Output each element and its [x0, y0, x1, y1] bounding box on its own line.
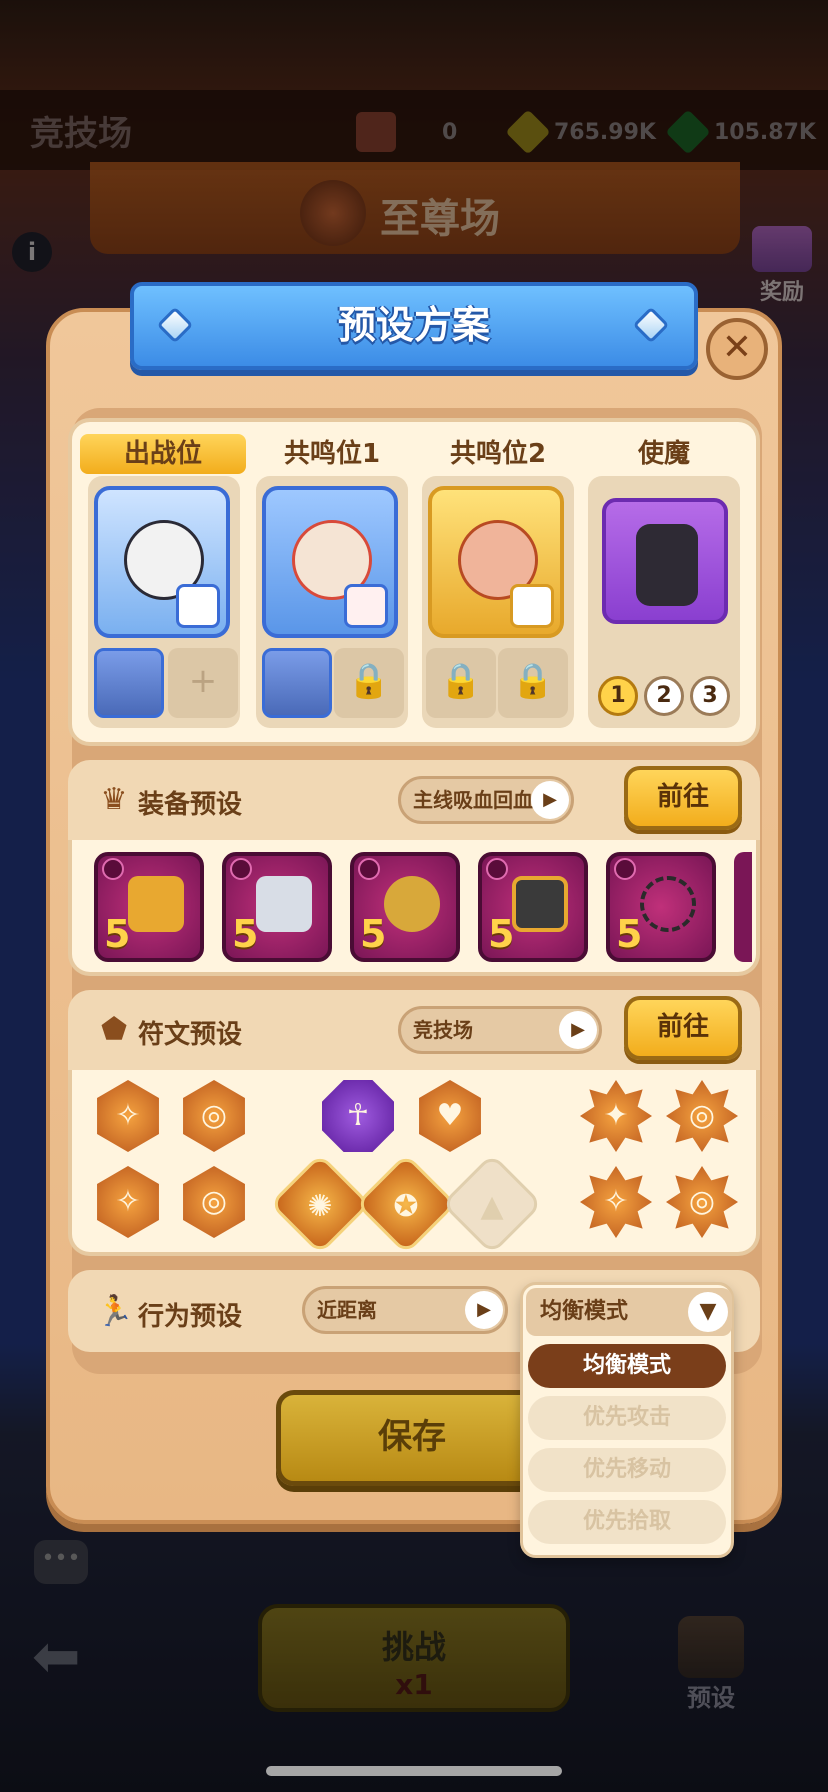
behavior-mode-value: 均衡模式 — [540, 1299, 629, 1324]
play-arrow-icon: ▶ — [531, 781, 569, 819]
rune-glyph: ✦ — [603, 1098, 629, 1133]
slot-type-icon — [102, 858, 124, 880]
mode-option-pickup[interactable]: 优先拾取 — [528, 1500, 726, 1544]
equipment-title: 装备预设 — [138, 790, 243, 820]
familiar-level-3[interactable]: 3 — [690, 676, 730, 716]
behavior-title: 行为预设 — [138, 1302, 243, 1332]
rune-title: 符文预设 — [138, 1020, 243, 1050]
ankh-icon: ☥ — [346, 1098, 370, 1133]
add-slot-plus-icon[interactable]: + — [168, 648, 238, 718]
hero-card-resonance-1[interactable] — [262, 486, 398, 638]
helmet-icon — [128, 876, 184, 932]
play-arrow-icon: ▶ — [465, 1291, 503, 1329]
hero-badge-icon — [176, 584, 220, 628]
familiar-level-1[interactable]: 1 — [598, 676, 638, 716]
familiar-portrait — [636, 524, 698, 606]
hero-card-battle[interactable] — [94, 486, 230, 638]
necklace-icon — [640, 876, 696, 932]
slot-label-resonance-1: 共鸣位1 — [283, 439, 381, 469]
slot-type-icon — [358, 858, 380, 880]
equipment-star: 5 — [360, 912, 387, 956]
slot-label-resonance-2: 共鸣位2 — [449, 439, 547, 469]
slot-type-icon — [614, 858, 636, 880]
equipment-star: 5 — [232, 912, 259, 956]
rune-placeholder-icon: ▲ — [480, 1189, 504, 1224]
hero-card-resonance-2[interactable] — [428, 486, 564, 638]
behavior-range-value: 近距离 — [317, 1298, 377, 1322]
equipment-star: 5 — [616, 912, 643, 956]
rune-glyph: ◎ — [688, 1184, 716, 1219]
familiar-card[interactable] — [602, 498, 728, 624]
hero-badge-icon — [510, 584, 554, 628]
armor-icon — [256, 876, 312, 932]
mode-option-move[interactable]: 优先移动 — [528, 1448, 726, 1492]
equipment-item-necklace[interactable]: 5 — [606, 852, 716, 962]
rune-star[interactable]: ✧ — [580, 1166, 652, 1238]
rune-star[interactable]: ◎ — [666, 1080, 738, 1152]
equipment-go-button[interactable]: 前往 — [624, 766, 742, 830]
behavior-range-select[interactable]: 近距离 ▶ — [302, 1286, 508, 1334]
rune-glyph: ✺ — [307, 1189, 333, 1224]
equipment-star: 5 — [104, 912, 131, 956]
sub-slot-filled[interactable] — [262, 648, 332, 718]
play-arrow-icon: ▶ — [559, 1011, 597, 1049]
equipment-crown-icon: ♛ — [100, 782, 128, 817]
rune-star[interactable]: ◎ — [666, 1166, 738, 1238]
lock-icon: 🔒 — [334, 648, 404, 718]
slot-type-icon — [486, 858, 508, 880]
hero-badge-icon — [344, 584, 388, 628]
slot-label-battle: 出战位 — [80, 434, 246, 474]
equipment-item-knight-helmet[interactable]: 5 — [478, 852, 588, 962]
rune-go-button[interactable]: 前往 — [624, 996, 742, 1060]
heart-arrow-icon: ▼ — [688, 1292, 728, 1332]
rune-star[interactable]: ✦ — [580, 1080, 652, 1152]
lock-icon: 🔒 — [426, 648, 496, 718]
slot-label-familiar: 使魔 — [637, 439, 690, 469]
lock-icon: 🔒 — [498, 648, 568, 718]
mode-option-balanced[interactable]: 均衡模式 — [528, 1344, 726, 1388]
familiar-level-2[interactable]: 2 — [644, 676, 684, 716]
rune-glyph: ✧ — [603, 1184, 629, 1219]
rune-purple-ankh[interactable]: ☥ — [322, 1080, 394, 1152]
equipment-item-helmet[interactable]: 5 — [94, 852, 204, 962]
slot-type-icon — [230, 858, 252, 880]
behavior-runner-icon: 🏃 — [96, 1294, 134, 1329]
knight-helmet-icon — [512, 876, 568, 932]
dialog-title: 预设方案 — [337, 303, 490, 347]
rune-icon: ⬟ — [100, 1012, 128, 1047]
ring-icon — [384, 876, 440, 932]
rune-glyph: ◎ — [688, 1098, 716, 1133]
equipment-overflow-item — [734, 852, 752, 962]
equipment-item-ring[interactable]: 5 — [350, 852, 460, 962]
equipment-item-armor[interactable]: 5 — [222, 852, 332, 962]
rune-preset-select[interactable]: 竞技场 ▶ — [398, 1006, 602, 1054]
equipment-preset-select[interactable]: 主线吸血回血流 ▶ — [398, 776, 574, 824]
equipment-star: 5 — [488, 912, 515, 956]
rune-glyph: ✪ — [393, 1189, 419, 1224]
close-button[interactable]: ✕ — [706, 318, 768, 380]
behavior-mode-select[interactable]: 均衡模式 ▼ — [526, 1288, 732, 1336]
save-button[interactable]: 保存 — [276, 1390, 548, 1486]
rune-preset-value: 竞技场 — [413, 1018, 473, 1042]
sub-slot-filled[interactable] — [94, 648, 164, 718]
mode-option-attack[interactable]: 优先攻击 — [528, 1396, 726, 1440]
